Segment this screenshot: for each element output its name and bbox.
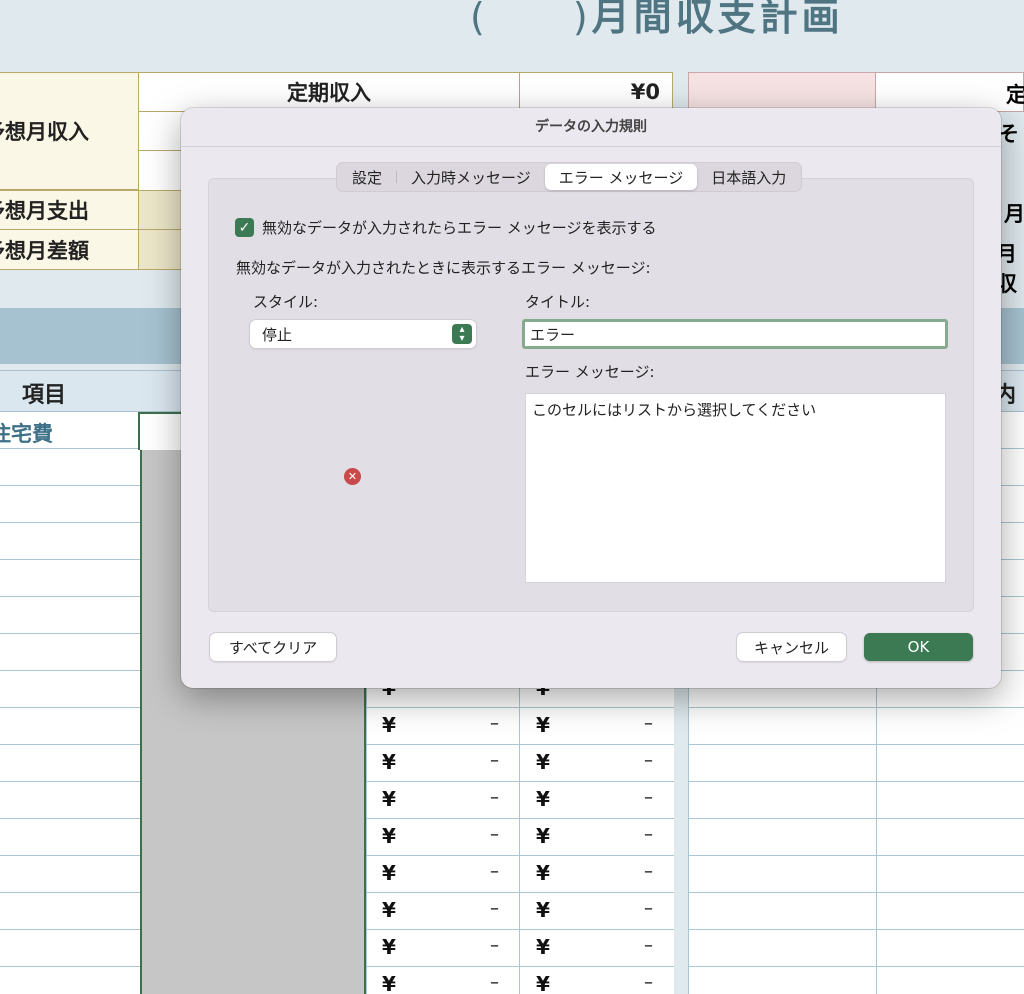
cancel-button-label: キャンセル [753, 638, 829, 657]
tab-settings-label: 設定 [352, 168, 383, 187]
item-column-header: 項目 [22, 383, 67, 408]
sheet-title-parens: ( ) [470, 0, 592, 39]
tab-settings[interactable]: 設定 [338, 164, 396, 190]
yen-symbol: ¥ [382, 713, 396, 737]
ok-button-label: OK [907, 638, 930, 656]
title-input[interactable]: エラー [522, 319, 948, 349]
yen-symbol: ¥ [536, 935, 550, 959]
tab-error-message-label: エラー メッセージ [558, 168, 684, 187]
fixed-income-value-cell[interactable]: ¥0 [519, 72, 673, 112]
style-select-value: 停止 [262, 325, 293, 344]
dash-value: – [490, 935, 499, 956]
right-label-1: 定 [1006, 83, 1024, 107]
income-label-cell[interactable]: 予想月収入 [0, 72, 139, 190]
clear-all-button[interactable]: すべてクリア [210, 633, 336, 661]
fixed-income-label-cell[interactable]: 定期収入 [138, 72, 520, 112]
yen-symbol: ¥ [536, 750, 550, 774]
yen-symbol: ¥ [382, 972, 396, 994]
income-label: 予想月収入 [0, 120, 89, 144]
yen-symbol: ¥ [536, 713, 550, 737]
yen-symbol: ¥ [382, 898, 396, 922]
dash-value: – [644, 750, 653, 771]
diff-label-cell[interactable]: 予想月差額 [0, 229, 139, 270]
show-error-checkbox[interactable]: ✓ [235, 218, 254, 237]
error-message-label: エラー メッセージ: [525, 363, 655, 381]
data-validation-dialog: データの入力規則 設定 入力時メッセージ エラー メッセージ 日本語入力 ✓ 無… [181, 108, 1001, 688]
sheet-title-text: 月間収支計画 [591, 0, 844, 39]
dash-value: – [490, 972, 499, 993]
dash-value: – [490, 750, 499, 771]
tab-japanese-input[interactable]: 日本語入力 [697, 164, 800, 190]
tab-input-message[interactable]: 入力時メッセージ [397, 164, 545, 190]
show-error-checkbox-label: 無効なデータが入力されたらエラー メッセージを表示する [262, 219, 657, 237]
sheet-title: ( )月間収支計画 [470, 0, 844, 41]
expense-label: 予想月支出 [0, 199, 89, 223]
fixed-income-value: ¥0 [630, 80, 660, 104]
right-label-3: 月 [1004, 202, 1024, 226]
dash-value: – [490, 898, 499, 919]
checkmark-icon: ✓ [238, 219, 251, 236]
right-summary-cell[interactable] [688, 72, 876, 112]
expense-label-cell[interactable]: 予想月支出 [0, 190, 139, 230]
dash-value: – [644, 713, 653, 734]
yen-symbol: ¥ [382, 787, 396, 811]
dash-value: – [644, 935, 653, 956]
section-label: 無効なデータが入力されたときに表示するエラー メッセージ: [236, 259, 651, 277]
right-summary-header[interactable]: 定 [875, 72, 1024, 112]
error-message-textarea[interactable]: このセルにはリストから選択してください [525, 393, 946, 583]
style-select[interactable]: 停止 ▴ ▾ [250, 320, 476, 348]
error-message-value: このセルにはリストから選択してください [532, 401, 817, 419]
style-label: スタイル: [253, 293, 319, 311]
dash-value: – [490, 787, 499, 808]
fixed-income-label: 定期収入 [287, 81, 371, 105]
dash-value: – [644, 787, 653, 808]
yen-symbol: ¥ [382, 935, 396, 959]
yen-symbol: ¥ [536, 824, 550, 848]
dialog-title: データの入力規則 [535, 119, 647, 135]
yen-symbol: ¥ [536, 861, 550, 885]
chevron-updown-icon: ▴ ▾ [452, 324, 472, 344]
title-input-value: エラー [530, 325, 576, 344]
right-label-2: そ [998, 122, 1019, 146]
dash-value: – [644, 861, 653, 882]
tab-bar: 設定 入力時メッセージ エラー メッセージ 日本語入力 [336, 162, 803, 192]
yen-symbol: ¥ [536, 898, 550, 922]
dash-value: – [644, 898, 653, 919]
dash-value: – [490, 713, 499, 734]
yen-symbol: ¥ [382, 750, 396, 774]
yen-symbol: ¥ [536, 787, 550, 811]
tab-error-message[interactable]: エラー メッセージ [544, 164, 698, 190]
title-label: タイトル: [525, 293, 591, 311]
dash-value: – [644, 824, 653, 845]
stop-error-icon: ✕ [344, 468, 361, 485]
tab-input-message-label: 入力時メッセージ [411, 168, 531, 187]
cancel-button[interactable]: キャンセル [737, 633, 846, 661]
ok-button[interactable]: OK [864, 633, 973, 661]
title-divider [181, 146, 1001, 147]
clear-all-button-label: すべてクリア [228, 638, 318, 657]
diff-label: 予想月差額 [0, 238, 89, 263]
category-label: 住宅費 [0, 422, 53, 446]
dash-value: – [490, 824, 499, 845]
yen-symbol: ¥ [382, 824, 396, 848]
show-error-checkbox-row[interactable]: ✓ 無効なデータが入力されたらエラー メッセージを表示する [235, 217, 656, 238]
yen-symbol: ¥ [382, 861, 396, 885]
yen-symbol: ¥ [536, 972, 550, 994]
dash-value: – [490, 861, 499, 882]
dash-value: – [644, 972, 653, 993]
tab-japanese-input-label: 日本語入力 [711, 168, 787, 187]
